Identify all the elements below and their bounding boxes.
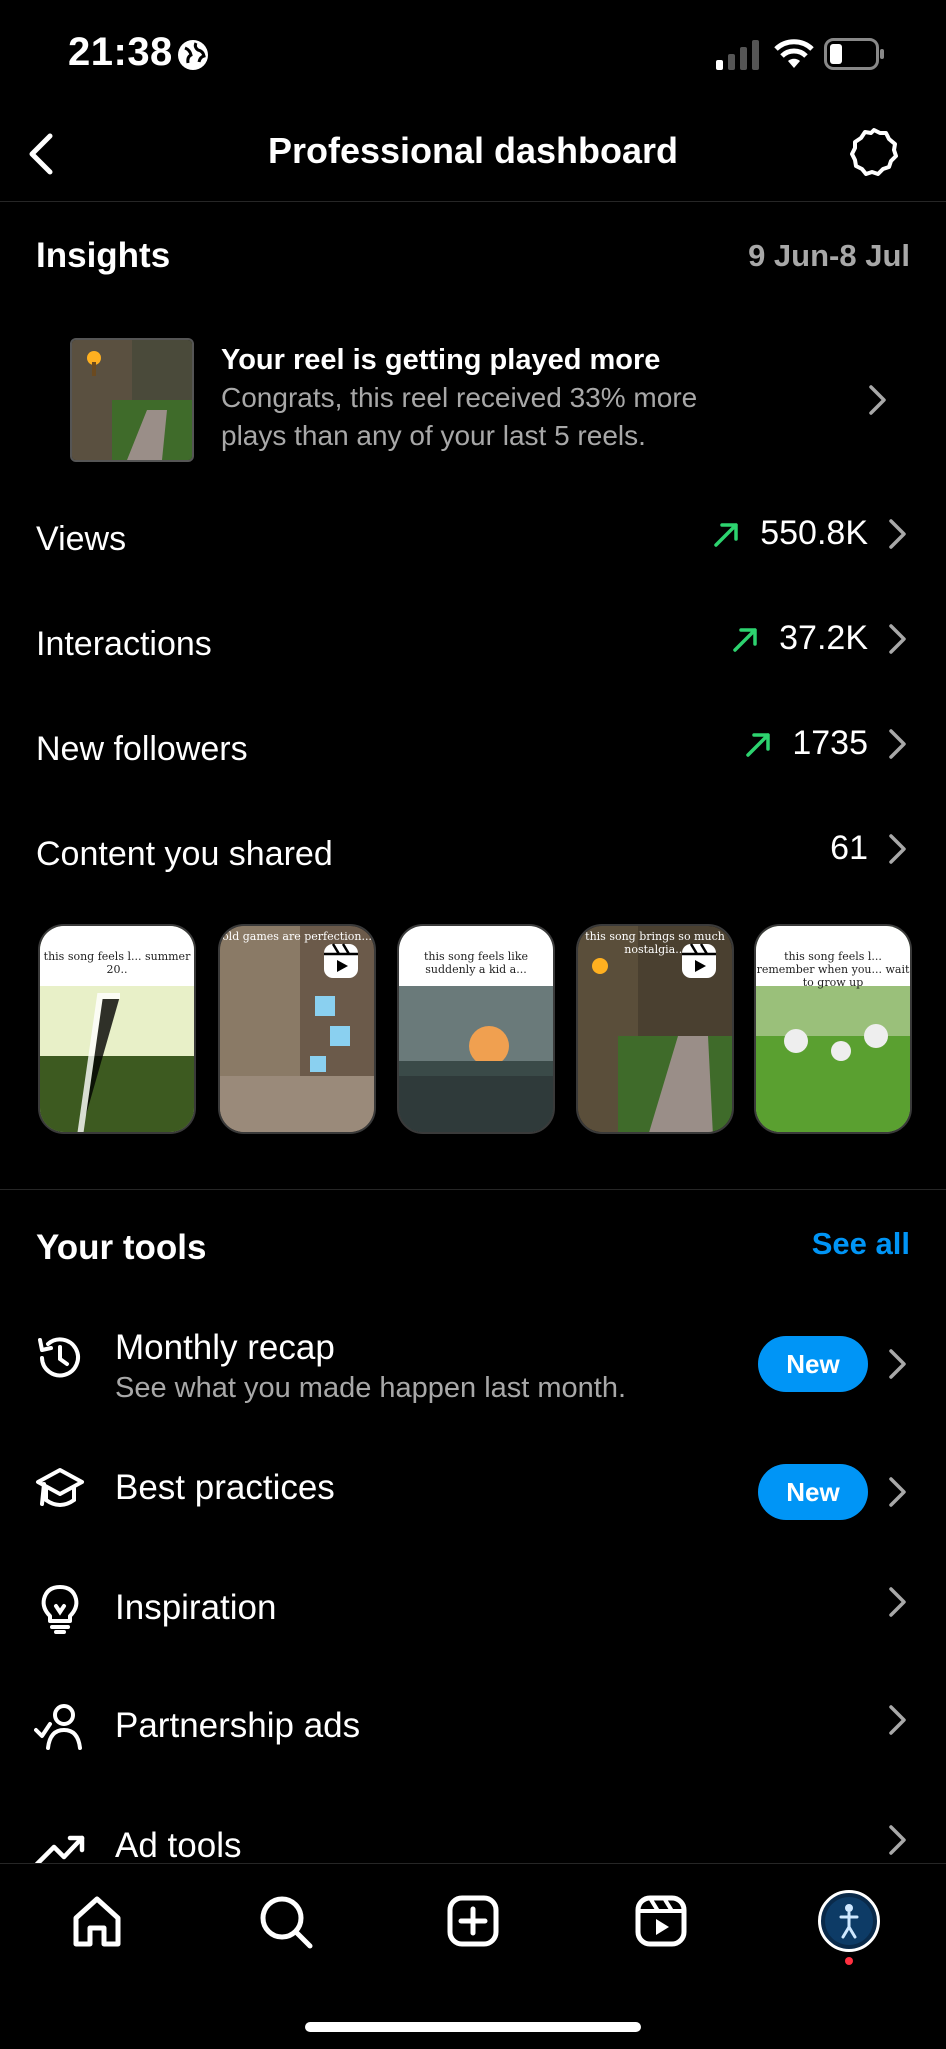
highlight-body-1: Congrats, this reel received 33% more	[221, 382, 698, 413]
tool-row[interactable]: Monthly recap See what you made happen l…	[0, 1320, 946, 1410]
globe-icon	[178, 40, 208, 70]
highlight-thumbnail	[70, 338, 194, 462]
page-title: Professional dashboard	[267, 130, 679, 171]
insights-date-range[interactable]: 9 Jun-8 Jul	[748, 238, 910, 274]
reels-badge-icon	[324, 943, 358, 978]
metric-value-group: 37.2K	[731, 619, 910, 658]
insights-title: Insights	[36, 236, 171, 275]
settings-gear-icon[interactable]	[848, 126, 900, 178]
avatar-figure-icon	[825, 1897, 873, 1945]
reel-thumbnail[interactable]: this song feels l... remember when you..…	[754, 924, 912, 1134]
reel-caption: this song feels l... summer 20..	[40, 926, 194, 986]
reel-highlight-card[interactable]: Your reel is getting played more Congrat…	[0, 330, 946, 470]
metric-row[interactable]: New followers 1735	[0, 720, 946, 780]
chevron-right-icon	[869, 385, 886, 415]
tool-right-group: New	[758, 1464, 910, 1520]
reel-thumbnail[interactable]: this song feels l... summer 20..	[38, 924, 196, 1134]
tool-right-group	[886, 1702, 910, 1738]
notification-dot	[845, 1957, 853, 1965]
reel-thumbnail[interactable]: this song feels like suddenly a kid a...	[397, 924, 555, 1134]
chevron-right-icon	[889, 833, 906, 864]
reels-icon[interactable]	[634, 1894, 688, 1948]
metric-label: Interactions	[36, 625, 212, 663]
section-divider	[0, 1189, 946, 1190]
trend-up-arrow-icon	[746, 732, 771, 757]
search-icon[interactable]	[258, 1894, 314, 1950]
metric-value: 37.2K	[779, 619, 868, 657]
bottom-tab-bar	[0, 1863, 946, 2049]
chevron-right-icon	[889, 623, 906, 654]
tool-label: Best practices	[115, 1468, 335, 1507]
see-all-link[interactable]: See all	[812, 1226, 910, 1262]
cellular-signal-icon	[716, 40, 759, 70]
tool-row[interactable]: Partnership ads	[0, 1698, 946, 1758]
tool-right-group	[886, 1584, 910, 1620]
tools-title: Your tools	[36, 1228, 207, 1267]
history-icon	[38, 1337, 80, 1378]
chevron-right-icon	[889, 1825, 906, 1855]
tool-right-group: New	[758, 1336, 910, 1392]
metric-row[interactable]: Views 550.8K	[0, 510, 946, 570]
tool-row[interactable]: Inspiration	[0, 1580, 946, 1640]
highlight-title: Your reel is getting played more	[221, 344, 661, 376]
new-badge: New	[758, 1464, 868, 1520]
chevron-right-icon	[889, 518, 906, 549]
chevron-right-icon	[889, 1705, 906, 1735]
tool-label: Partnership ads	[115, 1706, 361, 1745]
tool-row[interactable]: Best practices New	[0, 1460, 946, 1520]
chevron-right-icon	[889, 1477, 906, 1507]
battery-icon	[824, 38, 884, 70]
tool-label: Inspiration	[115, 1588, 277, 1627]
highlight-body-2: plays than any of your last 5 reels.	[221, 420, 646, 451]
metric-row[interactable]: Interactions 37.2K	[0, 615, 946, 675]
new-badge: New	[758, 1336, 868, 1392]
home-indicator	[305, 2022, 641, 2032]
metric-value-group: 550.8K	[712, 514, 910, 553]
create-post-icon[interactable]	[446, 1894, 500, 1948]
metric-label: Content you shared	[36, 835, 333, 873]
metric-row[interactable]: Content you shared 61	[0, 825, 946, 885]
chevron-right-icon	[889, 1587, 906, 1617]
tool-right-group	[886, 1822, 910, 1858]
tool-label: Monthly recap	[115, 1328, 335, 1367]
metric-value-group: 1735	[744, 724, 910, 763]
chevron-right-icon	[889, 728, 906, 759]
tool-label: Ad tools	[115, 1826, 242, 1865]
metric-value: 61	[830, 829, 868, 867]
metric-value: 1735	[792, 724, 868, 762]
reels-badge-icon	[682, 943, 716, 978]
reel-thumbnail[interactable]: this song brings so much nostalgia...	[576, 924, 734, 1134]
metric-value-group: 61	[830, 829, 910, 868]
header-divider	[0, 201, 946, 202]
reel-thumbnail[interactable]: old games are perfection...	[218, 924, 376, 1134]
status-time: 21:38	[68, 30, 173, 74]
partnership-icon	[34, 1704, 82, 1750]
tool-subtitle: See what you made happen last month.	[115, 1372, 627, 1404]
metric-value: 550.8K	[760, 514, 868, 552]
lightbulb-icon	[41, 1585, 79, 1634]
home-icon[interactable]	[70, 1894, 124, 1948]
chevron-right-icon	[889, 1349, 906, 1379]
wifi-icon	[774, 39, 814, 68]
graduation-cap-icon	[36, 1468, 84, 1507]
trend-up-arrow-icon	[733, 627, 757, 652]
reel-caption: this song feels like suddenly a kid a...	[399, 926, 553, 986]
reel-caption: this song feels l... remember when you..…	[756, 926, 910, 989]
metric-label: Views	[36, 520, 127, 558]
metric-label: New followers	[36, 730, 248, 768]
profile-avatar[interactable]	[818, 1890, 880, 1952]
trend-up-arrow-icon	[714, 522, 738, 547]
